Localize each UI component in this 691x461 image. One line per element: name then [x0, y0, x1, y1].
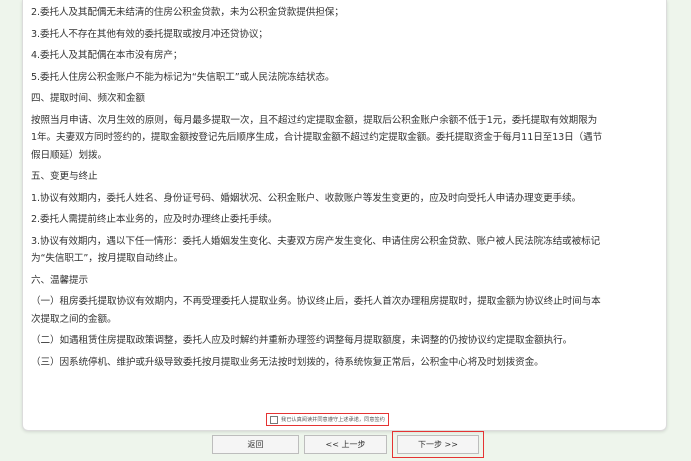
tip-line: （三）因系统停机、维护或升级导致委托按月提取业务无法按时划拨的，待系统恢复正常后… [31, 356, 544, 368]
section-heading-6: 六、温馨提示 [31, 274, 88, 286]
agree-checkbox[interactable] [270, 415, 278, 424]
clause-line: 1年。夫妻双方同时签约的，提取金额按登记先后顺序生成，合计提取金额不超过约定提取… [31, 132, 603, 143]
clause-line: 2.委托人及其配偶无未结清的住房公积金贷款，未为公积金贷款提供担保； [31, 7, 344, 18]
tip-line: （一）租房委托提取协议有效期内，不再受理委托人提取业务。协议终止后，委托人首次办… [31, 296, 601, 307]
section-heading-5: 五、变更与终止 [31, 171, 98, 182]
tip-line: （二）如遇租赁住房提取政策调整，委托人应及时解约并重新办理签约调整每月提取额度，… [31, 335, 573, 346]
clause-line: 3.协议有效期内，遇以下任一情形：委托人婚姻发生变化、夫妻双方房产发生变化、申请… [31, 235, 601, 247]
agree-checkbox-row[interactable]: 我已认真阅读并同意遵守上述承诺，同意签约 [266, 413, 389, 426]
next-step-button[interactable]: 下一步 >> [397, 435, 479, 454]
page: 2.委托人及其配偶无未结清的住房公积金贷款，未为公积金贷款提供担保； 3.委托人… [0, 0, 691, 461]
back-button[interactable]: 返回 [212, 435, 299, 454]
prev-step-button[interactable]: << 上一步 [304, 435, 387, 454]
agree-checkbox-label: 我已认真阅读并同意遵守上述承诺，同意签约 [281, 417, 385, 423]
clause-line: 2.委托人需提前终止本业务的，应及时办理终止委托手续。 [31, 214, 278, 225]
tip-line: 次提取之间的金额。 [31, 313, 117, 325]
clause-line: 4.委托人及其配偶在本市没有房产； [31, 50, 183, 61]
clause-line: 1.协议有效期内，委托人姓名、身份证号码、婚姻状况、公积金账户、收款账户等发生变… [31, 192, 582, 204]
clause-line: 假日顺延）划拨。 [31, 149, 107, 161]
clause-line: 3.委托人不存在其他有效的委托提取或按月冲还贷协议； [31, 28, 268, 40]
clause-line: 按照当月申请、次月生效的原则，每月最多提取一次，且不超过约定提取金额，提取后公积… [31, 114, 598, 126]
clause-line: 5.委托人住房公积金账户不能为标记为“失信职工”或人民法院冻结状态。 [31, 71, 335, 83]
agreement-content-panel: 2.委托人及其配偶无未结清的住房公积金贷款，未为公积金贷款提供担保； 3.委托人… [22, 0, 667, 431]
clause-line: 为“失信职工”，按月提取自动终止。 [31, 253, 184, 264]
section-heading-4: 四、提取时间、频次和金额 [31, 93, 145, 104]
